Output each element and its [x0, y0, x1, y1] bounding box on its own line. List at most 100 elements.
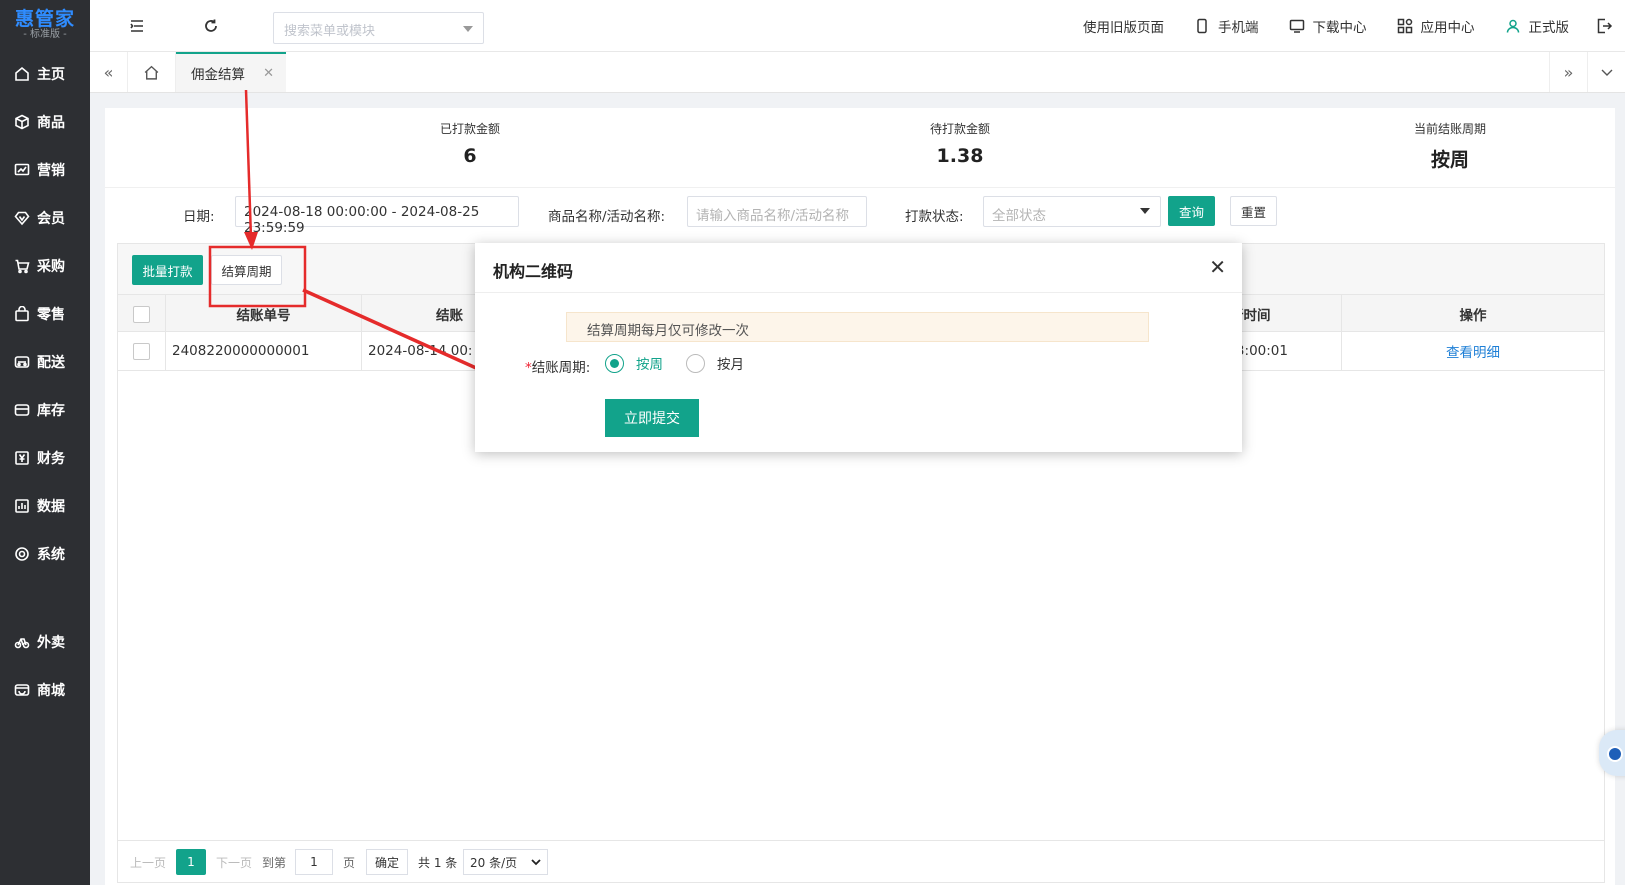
sidebar-item-label: 库存: [37, 403, 65, 419]
sidebar-item-delivery[interactable]: 配送: [0, 338, 90, 386]
goto-label: 到第: [262, 855, 287, 870]
sidebar-item-system[interactable]: 系统: [0, 530, 90, 578]
sidebar-item-retail[interactable]: 零售: [0, 290, 90, 338]
tab-scroll-left-icon[interactable]: «: [90, 52, 128, 92]
chevron-down-icon: [531, 859, 541, 866]
cell-order-no: 2408220000000001: [166, 332, 362, 370]
status-select[interactable]: 全部状态: [983, 196, 1161, 227]
reset-button[interactable]: 重置: [1230, 196, 1277, 226]
sidebar-item-finance[interactable]: 财务: [0, 434, 90, 482]
select-all-checkbox[interactable]: [133, 305, 150, 323]
mobile-label: 手机端: [1218, 20, 1259, 36]
tab-commission-settlement[interactable]: 佣金结算 ✕: [176, 52, 286, 92]
date-range-input[interactable]: 2024-08-18 00:00:00 - 2024-08-25 23:59:5…: [235, 196, 519, 236]
radio-weekly[interactable]: 按周: [605, 353, 663, 373]
stat-pending: 待打款金额 1.38: [810, 120, 1110, 167]
refresh-icon[interactable]: [202, 17, 220, 35]
cart-icon: [13, 257, 31, 275]
goto-confirm-button[interactable]: 确定: [366, 849, 408, 875]
sidebar-item-inventory[interactable]: 库存: [0, 386, 90, 434]
close-icon[interactable]: ✕: [1209, 255, 1226, 279]
store-icon: [13, 681, 31, 699]
stat-pending-value: 1.38: [936, 145, 984, 167]
date-label: 日期:: [183, 209, 215, 225]
sidebar-item-mall[interactable]: 商城: [0, 666, 90, 714]
sidebar-item-goods[interactable]: 商品: [0, 98, 90, 146]
yen-icon: [13, 449, 31, 467]
user-edition-link[interactable]: 正式版: [1505, 16, 1570, 36]
logout-icon[interactable]: [1595, 17, 1613, 35]
menu-search-select[interactable]: 搜索菜单或模块: [273, 12, 484, 44]
view-detail-link[interactable]: 查看明细: [1446, 341, 1500, 361]
next-page-button[interactable]: 下一页: [216, 849, 252, 875]
per-page-value: 20 条/页: [470, 855, 518, 870]
sidebar-item-member[interactable]: 会员: [0, 194, 90, 242]
tab-menu-chevron-down-icon[interactable]: [1587, 52, 1625, 92]
stat-cycle-label: 当前结账周期: [1413, 122, 1486, 136]
sidebar-item-purchase[interactable]: 采购: [0, 242, 90, 290]
home-icon: [144, 65, 159, 80]
tab-label: 佣金结算: [191, 67, 245, 83]
radio-weekly-label: 按周: [636, 357, 663, 373]
settle-cycle-button[interactable]: 结算周期: [211, 255, 282, 285]
tab-home[interactable]: [128, 52, 176, 92]
sidebar-item-label: 外卖: [37, 635, 65, 651]
menu-toggle-icon[interactable]: [128, 17, 146, 35]
goto-page-input[interactable]: 1: [295, 849, 333, 875]
logo[interactable]: 惠管家 - 标准版 -: [0, 0, 90, 50]
sidebar-item-label: 财务: [37, 451, 65, 467]
user-icon: [1506, 19, 1519, 33]
prev-page-button[interactable]: 上一页: [130, 849, 166, 875]
old-page-link[interactable]: 使用旧版页面: [1083, 16, 1164, 36]
radio-monthly[interactable]: 按月: [686, 353, 744, 373]
batch-pay-button[interactable]: 批量打款: [132, 255, 203, 285]
sidebar: 惠管家 - 标准版 - 主页 商品 营销 会员 采购 零售 配送 库存 财务 数…: [0, 0, 90, 885]
sidebar-divider: [0, 578, 90, 618]
field-label-text: 结账周期:: [531, 360, 591, 376]
tab-bar: « 佣金结算 ✕ »: [90, 52, 1625, 93]
sidebar-item-takeout[interactable]: 外卖: [0, 618, 90, 666]
app-center-label: 应用中心: [1420, 20, 1475, 36]
settle-cycle-modal: 机构二维码 ✕ 结算周期每月仅可修改一次 *结账周期: 按周 按月 立即提交: [475, 243, 1242, 452]
column-order-no[interactable]: 结账单号: [166, 295, 362, 333]
select-all-cell: [118, 295, 166, 333]
sidebar-item-data[interactable]: 数据: [0, 482, 90, 530]
notice-banner: 结算周期每月仅可修改一次: [566, 312, 1149, 342]
sidebar-item-home[interactable]: 主页: [0, 50, 90, 98]
page-unit-label: 页: [343, 855, 356, 870]
chevron-down-icon: [463, 26, 473, 32]
warehouse-icon: [13, 401, 31, 419]
bag-icon: [13, 305, 31, 323]
query-button[interactable]: 查询: [1168, 196, 1215, 226]
page-1-button[interactable]: 1: [176, 849, 206, 875]
tab-scroll-right-icon[interactable]: »: [1549, 52, 1587, 92]
modal-header: 机构二维码 ✕: [475, 243, 1242, 293]
sidebar-item-marketing[interactable]: 营销: [0, 146, 90, 194]
main-content: 已打款金额 6 待打款金额 1.38 当前结账周期 按周 日期: 2024-08…: [105, 108, 1615, 885]
old-page-label: 使用旧版页面: [1083, 20, 1164, 36]
app-center-link[interactable]: 应用中心: [1397, 16, 1475, 36]
sidebar-item-label: 主页: [37, 67, 65, 83]
home-icon: [13, 65, 31, 83]
close-icon[interactable]: ✕: [263, 66, 274, 81]
row-checkbox[interactable]: [133, 342, 150, 360]
modal-title: 机构二维码: [493, 262, 574, 281]
radio-button: [686, 353, 705, 373]
status-filter-label: 打款状态:: [905, 209, 964, 225]
bike-icon: [13, 633, 31, 651]
name-filter-label: 商品名称/活动名称:: [548, 209, 666, 225]
per-page-select[interactable]: 20 条/页: [463, 849, 548, 875]
name-search-input[interactable]: 请输入商品名称/活动名称: [687, 196, 867, 227]
filter-bar: 日期: 2024-08-18 00:00:00 - 2024-08-25 23:…: [105, 194, 1615, 236]
truck-icon: [13, 353, 31, 371]
edition-label: 正式版: [1528, 20, 1570, 36]
download-center-link[interactable]: 下载中心: [1289, 16, 1367, 36]
chevron-down-icon: [1140, 208, 1150, 214]
assistant-float-icon[interactable]: [1599, 730, 1625, 776]
settings-icon: [13, 545, 31, 563]
sidebar-item-label: 零售: [37, 307, 65, 323]
submit-button[interactable]: 立即提交: [605, 399, 699, 437]
cell-operations: 查看明细: [1342, 332, 1604, 370]
mobile-link[interactable]: 手机端: [1194, 16, 1259, 36]
total-count: 共 1 条: [418, 855, 458, 870]
